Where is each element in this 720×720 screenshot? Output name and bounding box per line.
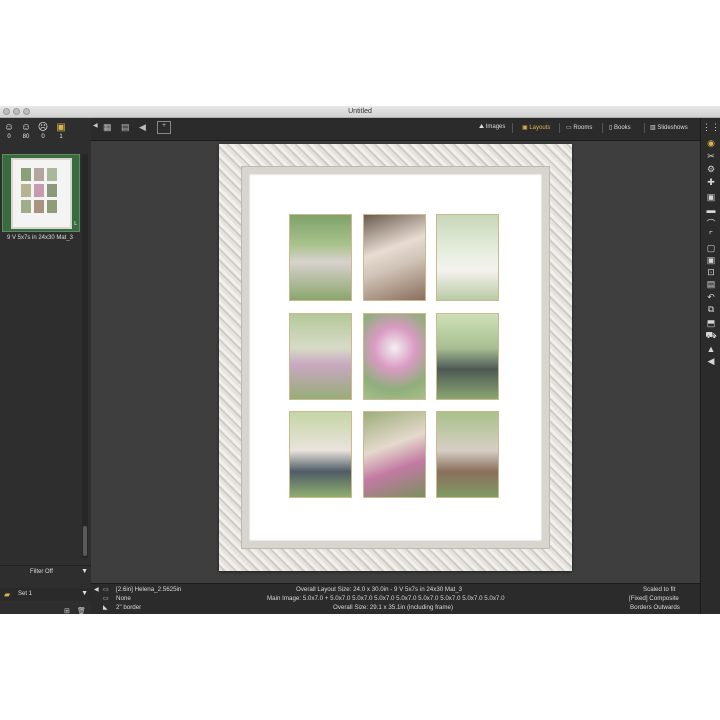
thumbnail-badge: L: [74, 221, 77, 227]
layout-icon: ▣: [56, 122, 66, 133]
photo-slot-1[interactable]: [289, 214, 352, 301]
layout-thumbnail[interactable]: L: [2, 154, 80, 232]
tab-books[interactable]: ▯ Books: [609, 124, 631, 131]
border-icon: ◣: [103, 604, 108, 611]
tag-icon[interactable]: ⬒: [705, 318, 717, 328]
images-icon: ⛰: [479, 124, 485, 130]
set-dropdown-icon[interactable]: ▼: [81, 590, 88, 597]
cart-icon[interactable]: ⛟: [705, 330, 717, 341]
thumbnail-grid: [21, 168, 57, 213]
mat-value: None: [116, 595, 131, 602]
crop-icon[interactable]: ⌜: [705, 230, 717, 240]
scale-mode[interactable]: Scaled to fit: [643, 586, 675, 593]
rating-count: 80: [22, 134, 30, 140]
fit-icon[interactable]: ▣: [705, 255, 717, 265]
tab-layouts[interactable]: ▣ Layouts: [522, 124, 550, 131]
grid-menu-icon[interactable]: ⋮⋮: [702, 122, 720, 132]
frame-icon[interactable]: ▢: [705, 243, 717, 253]
border-value: 2" border: [116, 604, 142, 611]
books-icon: ▯: [609, 125, 613, 131]
picture-frame[interactable]: [219, 144, 572, 571]
tab-rooms[interactable]: ▭ Rooms: [566, 124, 592, 131]
rating-count: 0: [41, 134, 45, 140]
speaker-icon[interactable]: ◀: [139, 122, 146, 133]
photo-slot-9[interactable]: [436, 411, 499, 498]
frown-icon: ☹: [37, 122, 49, 133]
smile-icon: ☺: [3, 122, 15, 133]
photo-slot-7[interactable]: [289, 411, 352, 498]
triangle-icon[interactable]: ▲: [705, 344, 717, 354]
expand-icon[interactable]: ⊡: [705, 267, 717, 277]
thumbnail-scrollbar[interactable]: [82, 154, 88, 558]
title-bar: Untitled: [0, 106, 720, 118]
neutral-face-icon: ☺: [20, 122, 32, 133]
overall-layout-size: Overall Layout Size: 24.0 x 30.0in - 9 V…: [296, 586, 463, 593]
collapse-arrow-icon[interactable]: ◀: [93, 122, 98, 129]
puzzle-icon[interactable]: ✚: [705, 177, 717, 187]
tab-images[interactable]: ⛰ Images: [479, 124, 505, 131]
back-arrow-icon[interactable]: ◀: [94, 586, 99, 593]
filter-label: Filter Off: [30, 569, 53, 575]
thumbnail-caption: 9 V 5x7s in 24x30 Mat_3: [6, 235, 74, 241]
transform-icon[interactable]: ▤: [121, 122, 130, 133]
main-image-sizes: Main Image: 5.0x7.0 + 5.0x7.0 5.0x7.0 5.…: [267, 595, 505, 602]
photo-slot-4[interactable]: [289, 313, 352, 400]
border-direction[interactable]: Borders Outwards: [630, 604, 680, 611]
rating-filter-smile[interactable]: ☺ 0: [3, 122, 15, 140]
image-name: [2.6in] Helena_2.5625in: [116, 586, 182, 593]
eye-icon[interactable]: ◉: [705, 138, 717, 148]
photo-slot-5[interactable]: [363, 313, 426, 400]
settings-icon[interactable]: ⚙: [705, 164, 717, 174]
scissors-icon[interactable]: ✂: [705, 151, 717, 161]
image-icon: ▭: [103, 586, 109, 593]
film-icon[interactable]: ▬: [705, 205, 717, 215]
trash-icon[interactable]: 🗑: [77, 607, 86, 614]
rooms-icon: ▭: [566, 125, 572, 131]
arc-icon[interactable]: ⌒: [705, 218, 717, 229]
status-bar: ◀ ▭ [2.6in] Helena_2.5625in ▭ None ◣ 2" …: [91, 583, 700, 614]
filter-dropdown-icon[interactable]: ▼: [81, 568, 88, 575]
rating-filter-neutral[interactable]: ☺ 80: [20, 122, 32, 140]
layers-icon[interactable]: ⧉: [705, 304, 717, 314]
set-label: Set 1: [18, 591, 33, 597]
add-frame-icon[interactable]: +: [157, 121, 171, 134]
play-back-icon[interactable]: ◀: [705, 356, 717, 366]
photo-slot-2[interactable]: [363, 214, 426, 301]
set-selector[interactable]: ▰ Set 1 ▼: [0, 588, 91, 601]
photo-slot-3[interactable]: [436, 214, 499, 301]
tab-slideshows[interactable]: ▥ Slideshows: [650, 124, 688, 131]
text-icon[interactable]: ▤: [705, 279, 717, 289]
rating-count: 1: [59, 134, 63, 140]
add-image-icon[interactable]: ▣: [705, 192, 717, 202]
composite-mode[interactable]: [Fixed] Composite: [629, 595, 679, 602]
window-title: Untitled: [348, 108, 372, 115]
photo-slot-6[interactable]: [436, 313, 499, 400]
rating-count: 0: [7, 134, 11, 140]
overall-size: Overall Size: 29.1 x 35.1in (including f…: [333, 604, 454, 611]
photo-slot-8[interactable]: [363, 411, 426, 498]
thumbnail-preview: [11, 158, 72, 229]
top-toolbar: ◀ ▦ ▤ ◀ + ⛰ Images ▣ Layouts ▭ Rooms ▯ B…: [91, 118, 700, 141]
rating-filter-frown[interactable]: ☹ 0: [37, 122, 49, 140]
curve-icon[interactable]: ↶: [705, 292, 717, 302]
folder-icon: ▰: [4, 590, 11, 599]
pointer-icon[interactable]: ▦: [103, 122, 112, 133]
left-panel: ☺ 0 ☺ 80 ☹ 0 ▣ 1 L 9 V 5x7s in 24x30 Mat…: [0, 118, 92, 614]
rating-filter-layouts[interactable]: ▣ 1: [55, 122, 67, 140]
frame-icon-small: ▭: [103, 595, 109, 602]
layouts-icon: ▣: [522, 125, 528, 131]
slideshows-icon: ▥: [650, 125, 656, 131]
filter-bar[interactable]: Filter Off ▼: [0, 565, 91, 578]
add-set-icon[interactable]: ⊞: [64, 607, 70, 614]
right-toolbar: ⋮⋮ ◉ ✂ ⚙ ✚ ▣ ▬ ⌒ ⌜ ▢ ▣ ⊡ ▤ ↶ ⧉ ⬒ ⛟ ▲ ◀: [700, 118, 720, 614]
